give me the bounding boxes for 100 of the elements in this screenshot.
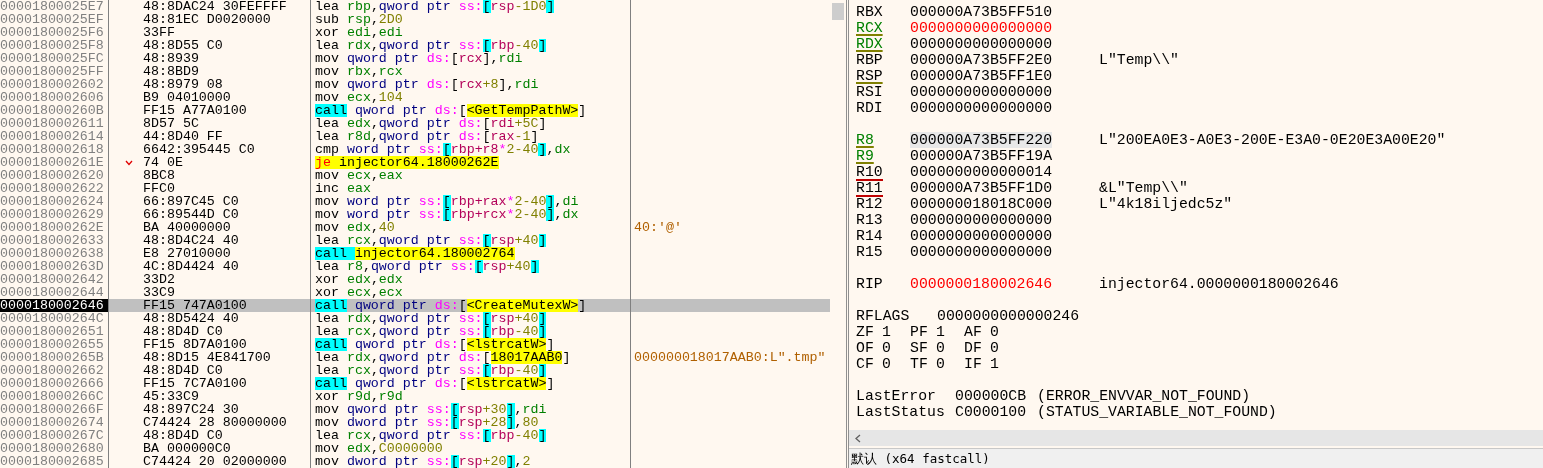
opcode-bytes: 48:8D5424 40 [143,312,239,325]
instruction-address: 00001800025F6 [0,26,105,39]
last-value-code: C0000100 [955,404,1028,420]
flags-label: RFLAGS [856,308,911,324]
instruction-text: mov qword ptr ds:[rcx+8],rdi [315,78,539,91]
opcode-bytes: FF15 747A0100 [143,299,247,312]
register-name: R8 [856,133,874,149]
register-value[interactable]: 0000000000000014 [910,164,1053,180]
opcode-bytes: 66:89544D C0 [143,208,239,221]
register-name: RDI [856,101,883,117]
opcode-bytes: 74 0E [143,156,183,169]
instruction-text: xor ecx,ecx [315,286,403,299]
opcode-bytes: 48:8D4D C0 [143,325,223,338]
instruction-text: mov qword ptr ds:[rcx],rdi [315,52,523,65]
register-value[interactable]: 0000000000000000 [910,36,1053,52]
last-value-meaning: (STATUS_VARIABLE_NOT_FOUND) [1037,404,1277,420]
opcode-bytes: FFC0 [143,182,175,195]
flag-value[interactable]: 1 [882,324,891,340]
register-name: RBP [856,53,883,69]
opcode-bytes: 48:8BD9 [143,65,199,78]
instruction-address: 0000180002666 [0,377,105,390]
register-name: R12 [856,197,883,213]
register-value[interactable]: 000000A73B5FF19A [910,148,1053,164]
instruction-text: mov rbx,rcx [315,65,403,78]
register-name: RSP [856,69,883,85]
flag-value[interactable]: 1 [990,356,999,372]
instruction-address: 00001800025EF [0,13,105,26]
instruction-text: call qword ptr ds:[<GetTempPathW>] [315,104,587,117]
flag-name: OF [856,340,875,356]
register-value[interactable]: 0000000000000000 [910,84,1053,100]
register-value[interactable]: 000000A73B5FF1E0 [910,68,1053,84]
instruction-text: inc eax [315,182,371,195]
instruction-text: call qword ptr ds:[<lstrcatW>] [315,377,555,390]
opcode-bytes: FF15 7C7A0100 [143,377,247,390]
opcode-bytes: 6642:395445 C0 [143,143,255,156]
flag-value[interactable]: 0 [936,356,945,372]
register-comment: L"200EA0E3-A0E3-200E-E3A0-0E20E3A00E20" [1099,132,1446,148]
instruction-address: 0000180002620 [0,169,105,182]
register-value[interactable]: 000000A73B5FF2E0 [910,52,1053,68]
instruction-address: 00001800025E7 [0,0,105,13]
instruction-text: mov edx,C0000000 [315,442,443,455]
calling-convention-label: 默认 (x64 fastcall) [849,448,1543,468]
horizontal-scrollbar[interactable] [849,430,1543,446]
register-value[interactable]: 000000018018C000 [910,196,1053,212]
opcode-bytes: 48:8DAC24 30FEFFFF [143,0,287,13]
instruction-address: 0000180002611 [0,117,105,130]
register-name: RBX [856,5,883,21]
last-value-label: LastError [856,388,937,404]
instruction-address: 0000180002602 [0,78,105,91]
instruction-text: lea rdx,qword ptr ds:[18017AAB0] [315,351,571,364]
register-comment: L"Temp\\" [1099,52,1179,68]
flag-value[interactable]: 0 [990,340,999,356]
instruction-text: je injector64.18000262E [315,156,499,169]
instruction-address: 000018000262E [0,221,105,234]
instruction-text: call qword ptr ds:[<CreateMutexW>] [315,299,587,312]
instruction-address: 000018000266C [0,390,105,403]
register-value[interactable]: 0000000000000000 [910,100,1053,116]
instruction-address: 00001800025FC [0,52,105,65]
instruction-address: 000018000265B [0,351,105,364]
register-value[interactable]: 0000000000000000 [910,212,1053,228]
instruction-address: 0000180002624 [0,195,105,208]
instruction-address: 0000180002622 [0,182,105,195]
flag-value[interactable]: 0 [990,324,999,340]
register-name: RIP [856,277,883,293]
flag-value[interactable]: 0 [936,340,945,356]
register-value[interactable]: 0000000000000000 [910,228,1053,244]
flag-name: TF [910,356,929,372]
register-value[interactable]: 0000000000000000 [910,20,1053,36]
instruction-address: 0000180002685 [0,455,105,468]
scrollbar-thumb[interactable] [832,3,844,20]
flag-value[interactable]: 0 [882,340,891,356]
instruction-text: call injector64.180002764 [315,247,515,260]
register-value[interactable]: 0000000000000000 [910,244,1053,260]
instruction-text: xor r9d,r9d [315,390,403,403]
flag-value[interactable]: 1 [936,324,945,340]
flag-value[interactable]: 0 [882,356,891,372]
flag-name: CF [856,356,875,372]
scroll-left-icon[interactable] [855,433,861,443]
register-value[interactable]: 000000A73B5FF220 [910,132,1053,148]
instruction-address: 000018000264C [0,312,105,325]
instruction-text: lea edx,qword ptr ds:[rdi+5C] [315,117,547,130]
register-value[interactable]: 000000A73B5FF510 [910,4,1053,20]
instruction-text: mov word ptr ss:[rbp+rcx*2-40],dx [315,208,579,221]
instruction-address: 0000180002680 [0,442,105,455]
opcode-bytes: FF15 A77A0100 [143,104,247,117]
register-value[interactable]: 000000A73B5FF1D0 [910,180,1053,196]
opcode-bytes: 48:8D4D C0 [143,364,223,377]
instruction-text: lea rcx,qword ptr ss:[rbp-40] [315,325,547,338]
register-name: R9 [856,149,874,165]
register-value[interactable]: 0000000180002646 [910,276,1053,292]
register-name: RSI [856,85,883,101]
instruction-text: mov dword ptr ss:[rsp+20],2 [315,455,531,468]
instruction-address: 00001800025F8 [0,39,105,52]
instruction-address: 0000180002646 [0,299,108,312]
instruction-text: mov dword ptr ss:[rsp+28],80 [315,416,539,429]
instruction-text: cmp word ptr ss:[rbp+r8*2-40],dx [315,143,571,156]
opcode-bytes: 48:897C24 30 [143,403,239,416]
instruction-address: 0000180002629 [0,208,105,221]
instruction-address: 000018000261E [0,156,105,169]
opcode-bytes: 48:8D55 C0 [143,39,223,52]
